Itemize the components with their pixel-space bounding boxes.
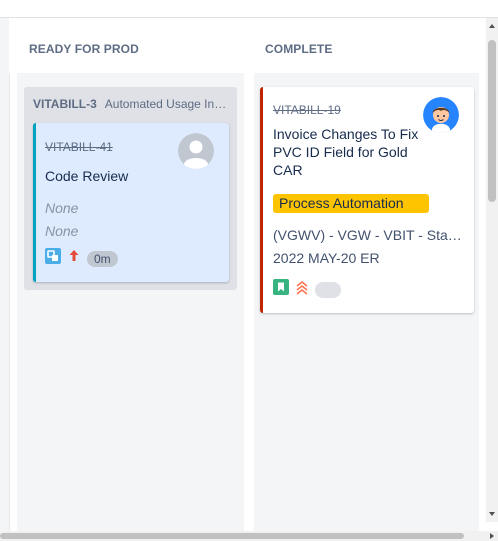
priority-high-arrow-icon [67, 248, 81, 269]
time-tracking-badge: 0m [87, 250, 118, 267]
unassigned-avatar-icon[interactable] [178, 133, 214, 169]
swimlane-key[interactable]: VITABILL-3 [33, 97, 97, 111]
scroll-right-arrow-icon[interactable] [490, 533, 494, 539]
priority-highest-chevrons-icon [295, 279, 309, 300]
card-field-empty: None [45, 223, 79, 239]
issue-card-code-review[interactable]: VITABILL-41 Code Review None None 0m [33, 123, 229, 282]
column-header-ready-for-prod: READY FOR PROD [29, 42, 139, 56]
horizontal-scrollbar[interactable] [0, 531, 498, 541]
column-divider [9, 73, 10, 533]
card-field-text: 2022 MAY-20 ER [273, 250, 380, 266]
card-field-empty: None [45, 200, 79, 216]
swimlane-summary: Automated Usage Inquiry [104, 97, 229, 111]
column-header-complete: COMPLETE [265, 42, 333, 56]
issue-card-invoice-changes[interactable]: VITABILL-19 Invoice Changes To Fix PVC I… [260, 87, 474, 313]
horizontal-scroll-thumb[interactable] [0, 533, 464, 539]
previous-column-edge [0, 18, 9, 533]
vertical-scrollbar[interactable] [486, 18, 498, 522]
empty-estimate-badge [315, 281, 341, 298]
story-bookmark-icon [273, 279, 289, 300]
card-key[interactable]: VITABILL-19 [273, 103, 341, 117]
top-bar [0, 0, 498, 18]
assignee-avatar-icon[interactable] [423, 97, 459, 133]
board: READY FOR PROD COMPLETE VITABILL-3 Autom… [0, 18, 498, 541]
swimlane-header[interactable]: VITABILL-3 Automated Usage Inquiry [33, 96, 229, 112]
card-footer [273, 279, 341, 300]
card-footer: 0m [45, 248, 118, 269]
card-summary: Code Review [45, 168, 129, 184]
epic-badge[interactable]: Process Automation [273, 194, 429, 213]
scroll-down-arrow-icon[interactable] [489, 512, 495, 516]
card-field-text: (VGWV) - VGW - VBIT - Status [273, 227, 465, 243]
card-key[interactable]: VITABILL-41 [45, 140, 113, 154]
scroll-up-arrow-icon[interactable] [489, 24, 495, 28]
card-summary: Invoice Changes To Fix PVC ID Field for … [273, 126, 419, 178]
vertical-scroll-thumb[interactable] [488, 40, 496, 202]
subtask-icon [45, 248, 61, 269]
